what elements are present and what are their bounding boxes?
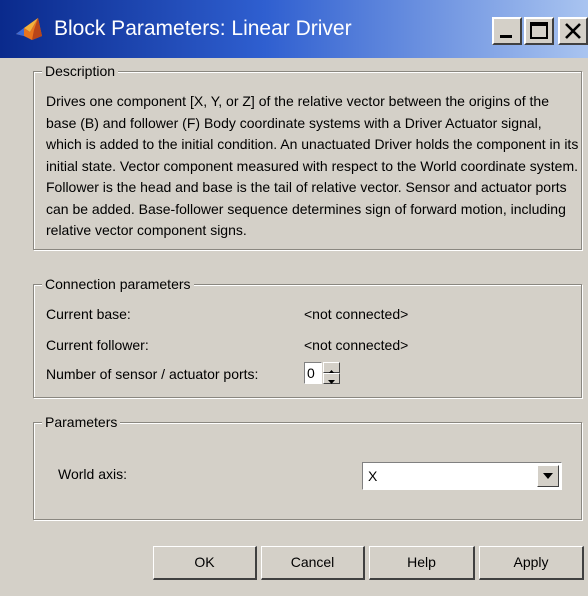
dropdown-button[interactable] (537, 465, 559, 487)
maximize-icon (530, 22, 548, 39)
window-title: Block Parameters: Linear Driver (54, 17, 352, 40)
current-base-label: Current base: (46, 306, 131, 322)
parameters-legend: Parameters (42, 413, 121, 431)
triangle-down-icon (328, 380, 335, 384)
close-icon (565, 23, 581, 39)
world-axis-label: World axis: (58, 466, 127, 482)
minimize-button[interactable] (492, 17, 522, 45)
current-follower-value: <not connected> (304, 337, 409, 353)
ports-input[interactable]: 0 (304, 362, 322, 384)
ok-button[interactable]: OK (153, 546, 257, 580)
world-axis-value: X (368, 468, 378, 484)
spin-up-button[interactable] (323, 362, 340, 374)
spin-down-button[interactable] (323, 373, 340, 384)
ports-spinner (323, 362, 340, 384)
matlab-icon (14, 14, 44, 44)
help-button[interactable]: Help (369, 546, 475, 580)
apply-button[interactable]: Apply (479, 546, 584, 580)
current-follower-label: Current follower: (46, 337, 149, 353)
description-legend: Description (42, 62, 119, 80)
chevron-down-icon (543, 473, 553, 479)
close-button[interactable] (558, 17, 588, 45)
connection-parameters-legend: Connection parameters (42, 275, 194, 293)
title-bar[interactable]: Block Parameters: Linear Driver (0, 0, 588, 58)
description-group: Description Drives one component [X, Y, … (33, 62, 582, 250)
world-axis-select[interactable]: X (362, 462, 562, 490)
maximize-button[interactable] (524, 17, 554, 45)
ports-label: Number of sensor / actuator ports: (46, 366, 259, 382)
block-parameters-dialog: Block Parameters: Linear Driver Descript… (0, 0, 588, 596)
cancel-button[interactable]: Cancel (261, 546, 365, 580)
minimize-icon (500, 35, 512, 38)
description-text: Drives one component [X, Y, or Z] of the… (46, 93, 579, 238)
current-base-value: <not connected> (304, 306, 409, 322)
